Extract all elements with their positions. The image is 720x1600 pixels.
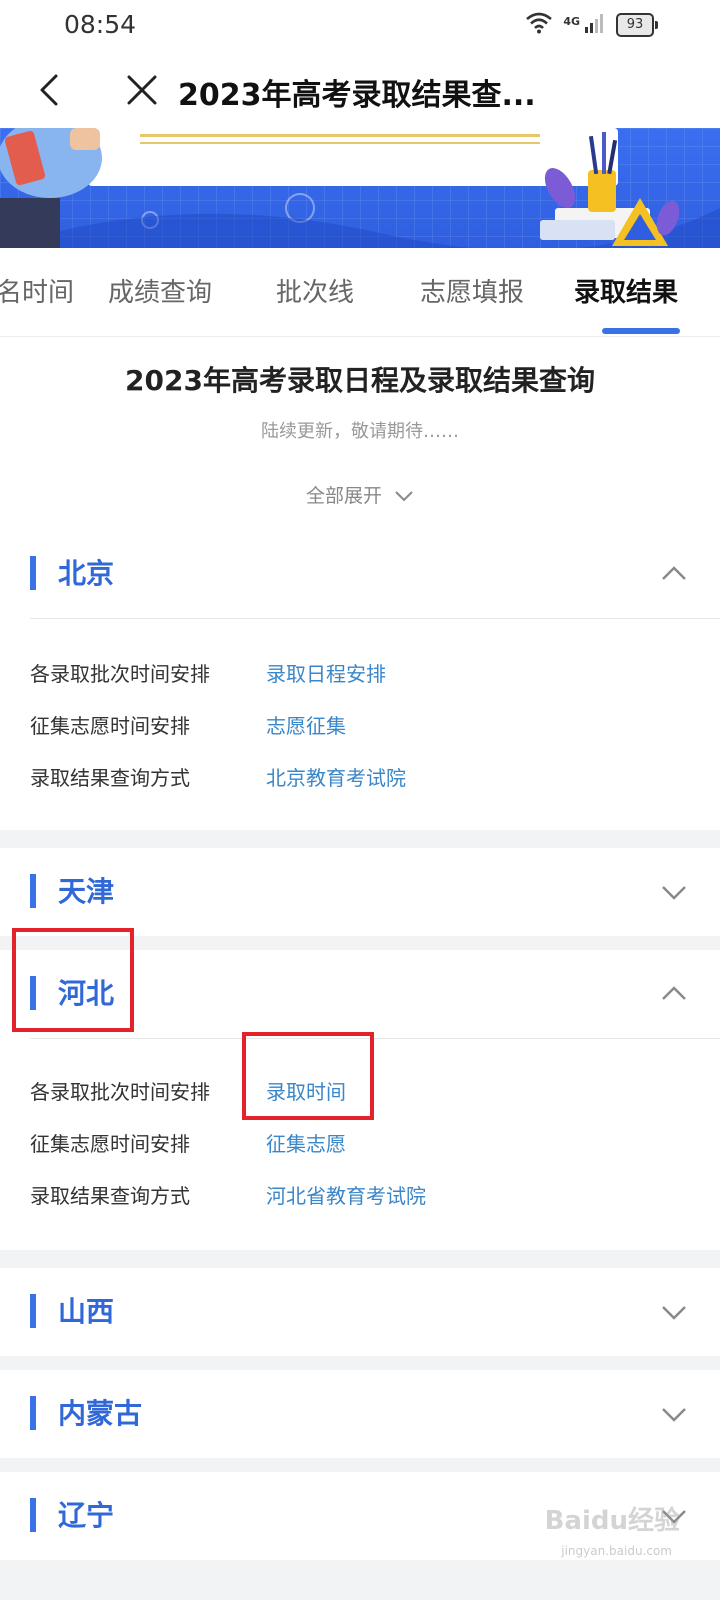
row-label: 各录取批次时间安排 — [30, 1080, 210, 1104]
list-item: 征集志愿时间安排 志愿征集 — [0, 704, 720, 744]
intro-subtitle: 陆续更新，敬请期待…… — [261, 421, 459, 442]
list-item: 录取结果查询方式 河北省教育考试院 — [0, 1174, 720, 1214]
row-label: 征集志愿时间安排 — [30, 1132, 190, 1156]
section-header-shanxi[interactable]: 山西 — [0, 1268, 720, 1356]
section-accent-bar — [30, 556, 36, 590]
banner-illustration — [0, 128, 720, 248]
expand-all-label: 全部展开 — [305, 485, 382, 507]
row-link[interactable]: 征集志愿 — [266, 1128, 346, 1157]
section-beijing: 北京 各录取批次时间安排 录取日程安排 征集志愿时间安排 志愿征集 录取结果查询… — [0, 530, 720, 830]
section-header-inner-mongolia[interactable]: 内蒙古 — [0, 1370, 720, 1458]
page-title: 2023年高考录取结果查... — [178, 78, 536, 113]
row-label: 录取结果查询方式 — [30, 766, 190, 790]
signal-icon — [584, 12, 606, 38]
section-name: 辽宁 — [58, 1499, 115, 1532]
row-link[interactable]: 录取时间 — [266, 1076, 346, 1105]
tab-batch-line[interactable]: 批次线 — [276, 272, 354, 309]
section-tianjin: 天津 — [0, 848, 720, 936]
section-accent-bar — [30, 1396, 36, 1430]
section-inner-mongolia: 内蒙古 — [0, 1370, 720, 1458]
intro-title: 2023年高考录取日程及录取结果查询 — [125, 364, 595, 397]
status-icons: 4G 93 — [525, 12, 658, 38]
active-tab-indicator — [602, 328, 680, 334]
tab-score-query[interactable]: 成绩查询 — [108, 272, 212, 309]
tab-bar: 名时间 成绩查询 批次线 志愿填报 录取结果 — [0, 248, 720, 337]
section-header-tianjin[interactable]: 天津 — [0, 848, 720, 936]
row-link[interactable]: 河北省教育考试院 — [266, 1180, 426, 1209]
list-item: 录取结果查询方式 北京教育考试院 — [0, 756, 720, 796]
section-accent-bar — [30, 874, 36, 908]
tab-time[interactable]: 名时间 — [0, 272, 74, 309]
row-label: 征集志愿时间安排 — [30, 714, 190, 738]
row-link[interactable]: 北京教育考试院 — [266, 762, 406, 791]
status-time: 08:54 — [64, 10, 137, 39]
section-accent-bar — [30, 1498, 36, 1532]
section-hebei: 河北 各录取批次时间安排 录取时间 征集志愿时间安排 征集志愿 录取结果查询方式… — [0, 950, 720, 1250]
chevron-down-icon[interactable] — [660, 1298, 688, 1326]
chevron-down-icon[interactable] — [660, 878, 688, 906]
section-shanxi: 山西 — [0, 1268, 720, 1356]
section-name: 河北 — [58, 977, 115, 1010]
watermark-url: jingyan.baidu.com — [561, 1544, 672, 1558]
status-bar: 08:54 4G 93 — [0, 0, 720, 52]
row-label: 各录取批次时间安排 — [30, 662, 210, 686]
expand-all-button[interactable]: 全部展开 — [0, 481, 720, 508]
section-name: 山西 — [58, 1295, 115, 1328]
battery-indicator: 93 — [616, 13, 658, 37]
list-item: 各录取批次时间安排 录取时间 — [0, 1070, 720, 1110]
chevron-up-icon[interactable] — [660, 560, 688, 588]
section-divider — [30, 1038, 720, 1039]
section-accent-bar — [30, 976, 36, 1010]
close-icon[interactable] — [120, 68, 164, 112]
section-name: 天津 — [58, 875, 115, 908]
title-bar: 2023年高考录取结果查... — [0, 52, 720, 128]
network-label: 4G — [563, 14, 580, 28]
back-icon[interactable] — [30, 68, 74, 112]
row-link[interactable]: 录取日程安排 — [266, 658, 386, 687]
chevron-down-icon[interactable] — [660, 1400, 688, 1428]
section-accent-bar — [30, 1294, 36, 1328]
watermark: Baidu经验 — [544, 1506, 680, 1536]
section-name: 内蒙古 — [58, 1397, 143, 1430]
tab-application[interactable]: 志愿填报 — [420, 272, 524, 309]
tab-admission-result[interactable]: 录取结果 — [574, 272, 678, 309]
row-label: 录取结果查询方式 — [30, 1184, 190, 1208]
list-item: 征集志愿时间安排 征集志愿 — [0, 1122, 720, 1162]
list-item: 各录取批次时间安排 录取日程安排 — [0, 652, 720, 692]
header-banner — [0, 128, 720, 248]
section-divider — [30, 618, 720, 619]
chevron-up-icon[interactable] — [660, 980, 688, 1008]
chevron-down-icon — [394, 486, 414, 508]
section-name: 北京 — [58, 557, 115, 590]
intro-panel: 2023年高考录取日程及录取结果查询 陆续更新，敬请期待…… 全部展开 — [0, 337, 720, 540]
wifi-icon — [525, 12, 553, 38]
row-link[interactable]: 志愿征集 — [266, 710, 346, 739]
section-header-hebei[interactable]: 河北 — [0, 950, 720, 1038]
section-header-beijing[interactable]: 北京 — [0, 530, 720, 618]
